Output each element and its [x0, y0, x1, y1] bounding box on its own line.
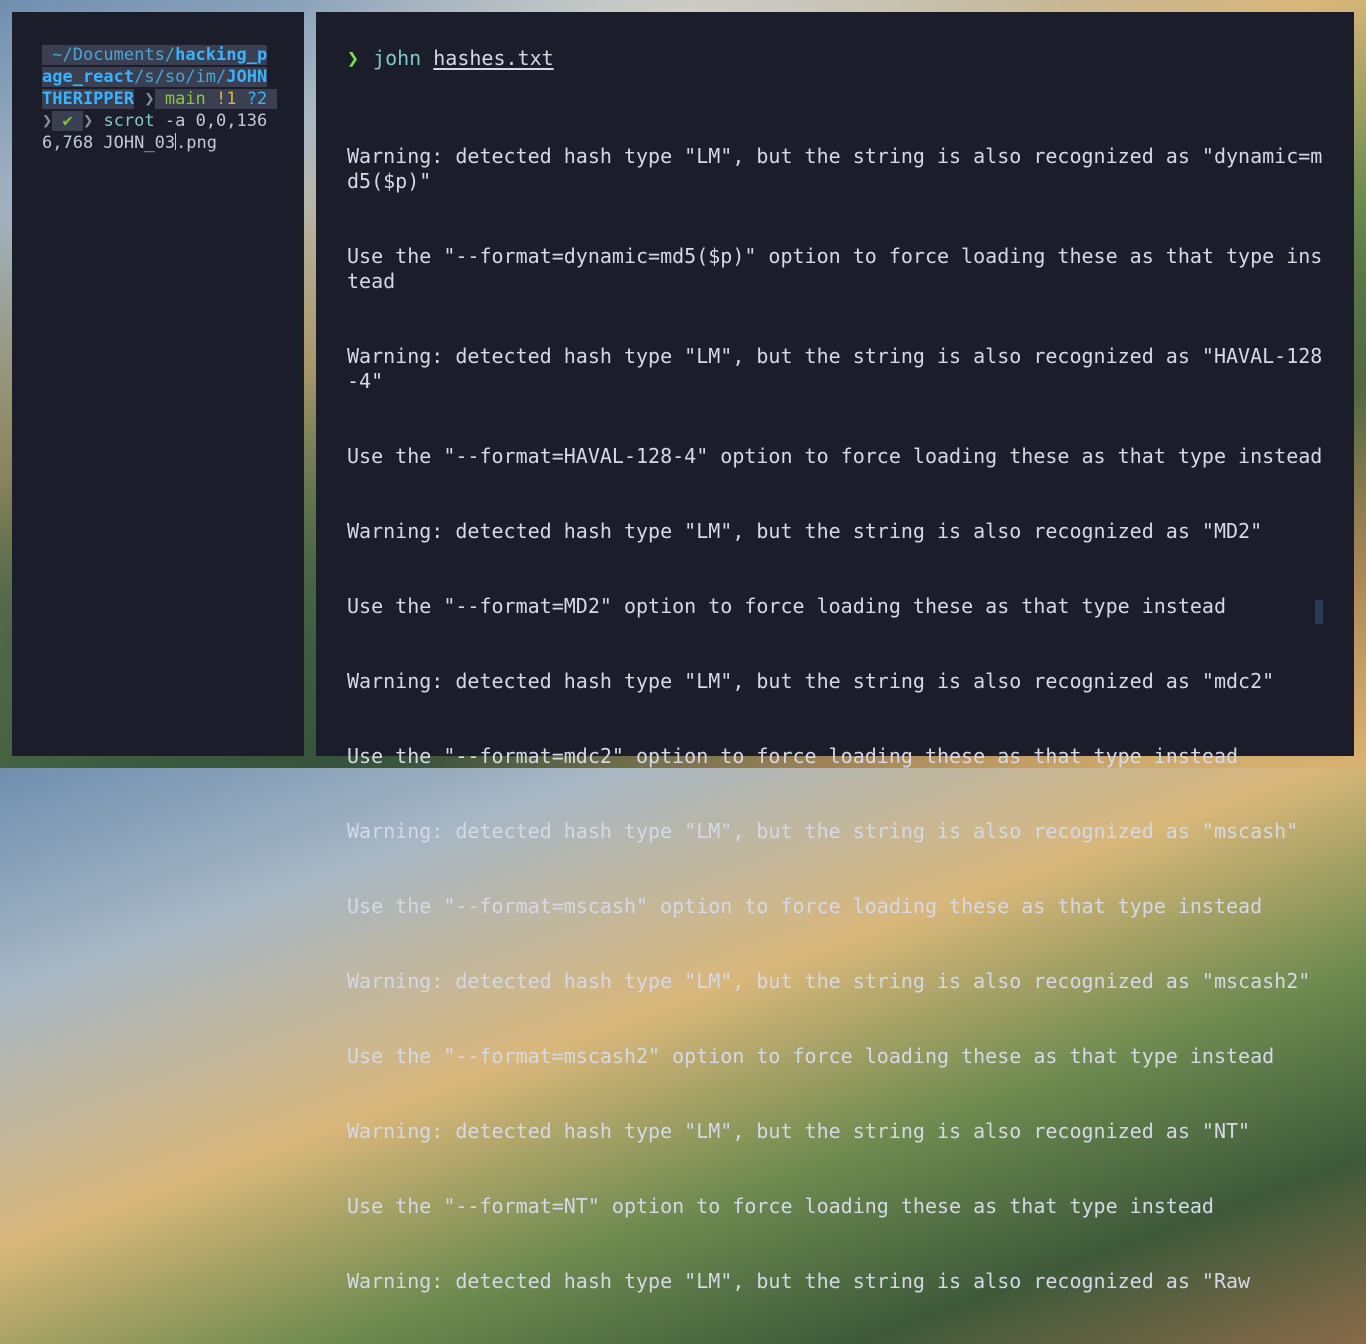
prompt-arrow-icon: ❯ [347, 46, 360, 70]
command-argument-file[interactable]: hashes.txt [433, 46, 553, 70]
command-name: john [373, 46, 422, 70]
chevron-right-icon: ❯ [42, 111, 53, 131]
chevron-right-icon: ❯ [82, 111, 94, 131]
output-line: Use the "--format=mscash" option to forc… [347, 894, 1263, 918]
output-line: Warning: detected hash type "LM", but th… [347, 144, 1323, 193]
output-line: Warning: detected hash type "LM", but th… [347, 969, 1311, 993]
typed-args-after-cursor: .png [176, 133, 218, 153]
path-prefix: ~/Documents/ [42, 45, 176, 65]
output-line: Use the "--format=NT" option to force lo… [347, 1194, 1214, 1218]
scrollbar-thumb[interactable] [1315, 600, 1323, 624]
typed-command: scrot [93, 111, 155, 131]
output-line: Use the "--format=MD2" option to force l… [347, 594, 1226, 618]
git-modified-count: !1 [216, 89, 237, 109]
check-icon: ✔ [52, 111, 83, 131]
path-part-hacking: hacking_ [175, 45, 257, 65]
output-line: Warning: detected hash type "LM", but th… [347, 519, 1263, 543]
terminal-pane-right[interactable]: ❯ john hashes.txt Warning: detected hash … [316, 12, 1354, 1293]
git-untracked-count: ?2 [236, 89, 278, 109]
output-line: Use the "--format=mscash2" option to for… [347, 1044, 1275, 1068]
terminal-output: Warning: detected hash type "LM", but th… [347, 94, 1323, 1344]
shell-prompt-line: ~/Documents/hacking_page_react/s/so/im/J… [42, 44, 278, 154]
path-part-middle: /s/so/im/ [134, 67, 227, 87]
output-line: Warning: detected hash type "LM", but th… [347, 819, 1299, 843]
output-line: Use the "--format=dynamic=md5($p)" optio… [347, 244, 1323, 293]
output-line: Use the "--format=HAVAL-128-4" option to… [347, 444, 1323, 468]
git-branch-name: main [154, 89, 217, 109]
git-status-segment: main !1 ?2 [154, 89, 278, 109]
terminal-pane-left[interactable]: ~/Documents/hacking_page_react/s/so/im/J… [12, 12, 304, 756]
output-line: Warning: detected hash type "LM", but th… [347, 1119, 1251, 1143]
chevron-right-icon: ❯ [134, 89, 155, 109]
output-line: Warning: detected hash type "LM", but th… [347, 669, 1275, 693]
output-line: Use the "--format=mdc2" option to force … [347, 744, 1239, 768]
output-line: Warning: detected hash type "LM", but th… [347, 344, 1323, 393]
output-line: Warning: detected hash type "LM", but th… [347, 1269, 1251, 1293]
command-prompt: ❯ john hashes.txt [347, 45, 1354, 71]
